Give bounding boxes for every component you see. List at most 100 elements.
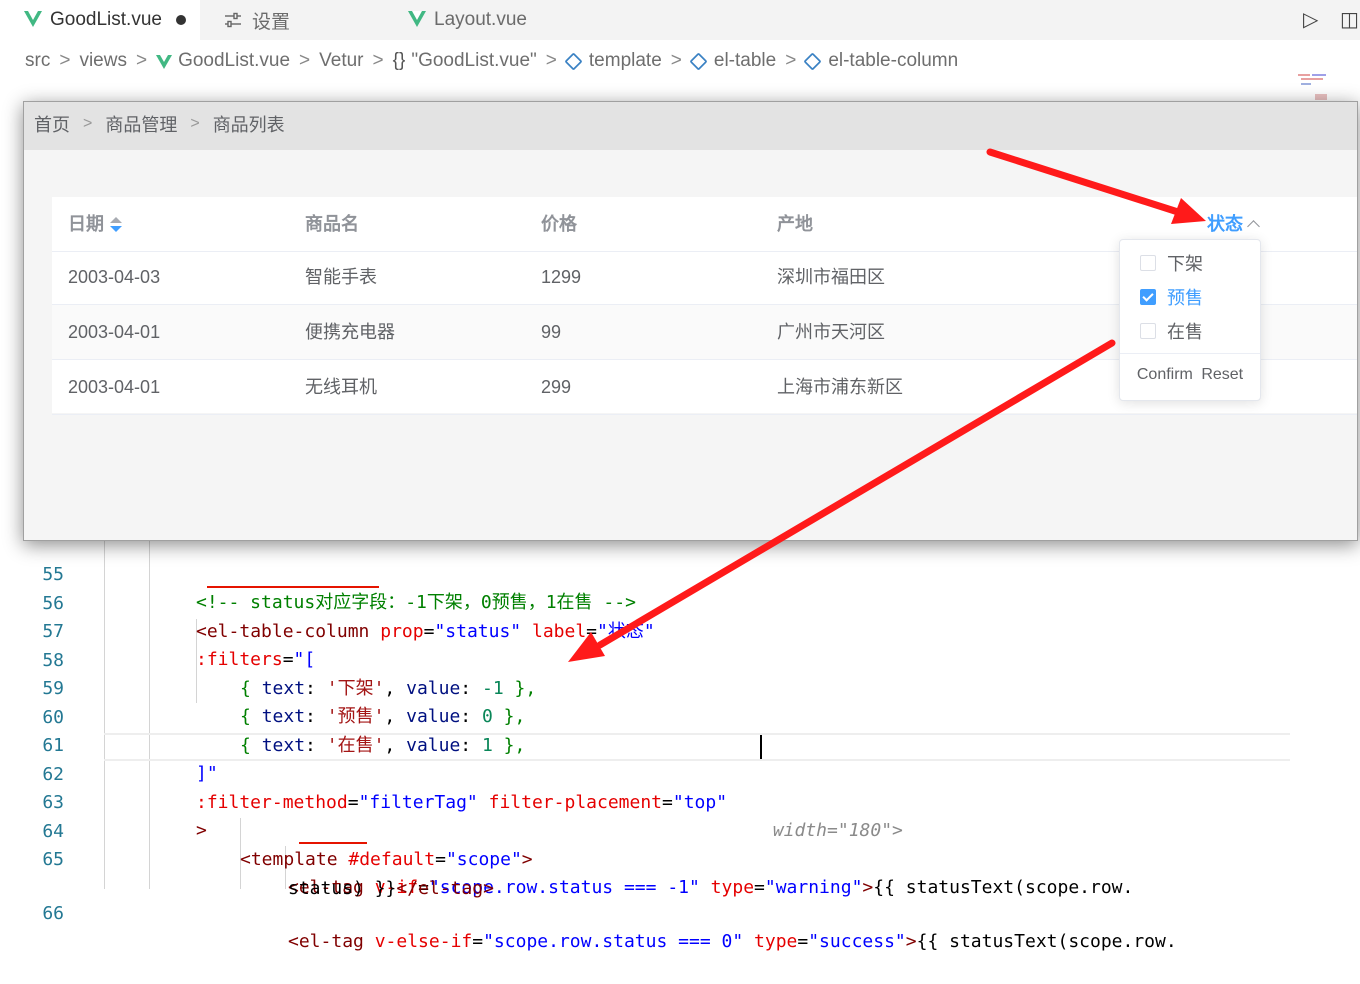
code-token: }, <box>492 706 526 727</box>
code-token: "状态" <box>597 621 655 642</box>
filter-option-off-shelf[interactable]: 下架 <box>1140 250 1203 276</box>
code-token: : <box>460 706 482 727</box>
filter-option-presale[interactable]: 预售 <box>1140 284 1203 310</box>
filter-option-on-sale[interactable]: 在售 <box>1140 318 1203 344</box>
code-line: 56 <el-table-column prop="status" label=… <box>0 562 654 642</box>
code-token: "top" <box>672 792 728 813</box>
code-token: { <box>240 735 262 756</box>
code-token: :filters <box>196 649 283 670</box>
code-token: > <box>862 877 874 898</box>
code-token: < <box>288 931 299 952</box>
code-token: < <box>196 621 207 642</box>
indent-guide <box>104 540 105 889</box>
code-line: 63 > <box>0 761 207 841</box>
code-token: 1 <box>481 735 493 756</box>
column-header-price: 价格 <box>541 214 577 234</box>
code-comment: <!-- status对应字段：-1下架，0预售，1在售 --> <box>196 592 636 613</box>
code-token: value <box>406 706 461 727</box>
code-token: = <box>435 849 446 870</box>
filter-option-label: 预售 <box>1167 288 1203 308</box>
code-token: 0 <box>481 706 493 727</box>
error-squiggle <box>299 842 367 844</box>
code-token: {{ statusText(scope.row. <box>916 931 1177 952</box>
code-token: = <box>282 649 294 670</box>
cell-date: 2003-04-03 <box>68 267 161 287</box>
app-header: 首页 > 商品管理 > 商品列表 <box>24 102 1357 150</box>
code-token: }, <box>492 735 526 756</box>
code-token: = <box>797 931 809 952</box>
checkbox[interactable] <box>1140 323 1156 339</box>
cell-origin: 深圳市福田区 <box>777 267 885 287</box>
code-token: value <box>406 678 461 699</box>
sort-caret-icon[interactable] <box>110 217 122 233</box>
code-token: : <box>305 706 327 727</box>
column-header-name: 商品名 <box>305 214 359 234</box>
code-line: 60 { text: '在售', value: 1 }, <box>0 676 525 756</box>
code-token: text <box>261 678 306 699</box>
code-token: -1 <box>481 678 504 699</box>
cell-price: 1299 <box>541 267 582 287</box>
reset-button[interactable]: Reset <box>1201 366 1243 383</box>
filter-actions: Confirm Reset <box>1120 366 1260 384</box>
status-filter-popover: 下架 预售 在售 Confirm Reset <box>1119 239 1261 401</box>
code-token: "filterTag" <box>358 792 478 813</box>
code-token: type <box>699 877 755 898</box>
code-token: :filter-method <box>196 792 348 813</box>
code-token: "warning" <box>764 877 863 898</box>
code-token: v-else-if <box>363 931 473 952</box>
code-token: = <box>586 621 598 642</box>
app-breadcrumb-goods-list: 商品列表 <box>212 115 285 135</box>
checkbox-checked[interactable] <box>1140 289 1156 305</box>
code-line: 65 <el-tag v-if="scope.row.status === -1… <box>0 818 1133 898</box>
column-header-date[interactable]: 日期 <box>68 197 122 252</box>
code-token: {{ statusText(scope.row. <box>873 877 1134 898</box>
code-token: "success" <box>808 931 906 952</box>
code-token: : <box>460 735 482 756</box>
code-line: 64 <template #default="scope"> <box>0 790 532 870</box>
code-token: }, <box>503 678 537 699</box>
code-line: 62 :filter-method="filterTag" filter-pla… <box>0 733 903 841</box>
code-line: 58 { text: '下架', value: -1 }, <box>0 619 536 699</box>
line-number: 66 <box>42 903 64 924</box>
cell-name: 无线耳机 <box>305 377 377 397</box>
chevron-right-icon: > <box>83 115 93 132</box>
checkbox[interactable] <box>1140 255 1156 271</box>
cell-origin: 广州市天河区 <box>777 322 885 342</box>
code-token: , <box>384 706 407 727</box>
app-breadcrumb-goods-management[interactable]: 商品管理 <box>105 111 177 137</box>
code-token: = <box>347 792 359 813</box>
code-token: : <box>460 678 482 699</box>
code-token: "status" <box>434 621 522 642</box>
app-breadcrumb-home[interactable]: 首页 <box>34 111 70 137</box>
code-token: el-tag <box>298 931 364 952</box>
code-token: { <box>240 706 262 727</box>
code-token: > <box>905 931 917 952</box>
code-token: '在售' <box>326 735 385 756</box>
error-squiggle <box>207 586 379 588</box>
code-token: : <box>305 678 327 699</box>
chevron-up-icon[interactable] <box>1247 220 1260 233</box>
cell-date: 2003-04-01 <box>68 322 161 342</box>
code-line: 59 { text: '预售', value: 0 }, <box>0 647 525 727</box>
code-token: '预售' <box>326 706 385 727</box>
filter-option-label: 下架 <box>1167 254 1203 274</box>
confirm-button[interactable]: Confirm <box>1137 366 1193 383</box>
column-header-origin: 产地 <box>777 214 813 234</box>
filter-option-label: 在售 <box>1167 322 1203 342</box>
code-token: < <box>240 849 251 870</box>
code-line: 66 <el-tag v-else-if="scope.row.status =… <box>0 872 1176 952</box>
code-token: > <box>521 849 533 870</box>
code-token: "[ <box>293 649 316 670</box>
cell-name: 智能手表 <box>305 267 377 287</box>
code-token: el-table-column <box>206 621 370 642</box>
code-token: label <box>521 621 587 642</box>
code-token: : <box>305 735 327 756</box>
code-token: text <box>261 706 306 727</box>
cell-price: 99 <box>541 322 562 342</box>
code-token: = <box>423 621 435 642</box>
cell-price: 299 <box>541 377 572 397</box>
code-line: status) }}</el-tag> <box>0 847 494 899</box>
inline-hint: width="180"> <box>762 820 903 841</box>
cell-date: 2003-04-01 <box>68 377 161 397</box>
code-token: filter-placement <box>477 792 663 813</box>
